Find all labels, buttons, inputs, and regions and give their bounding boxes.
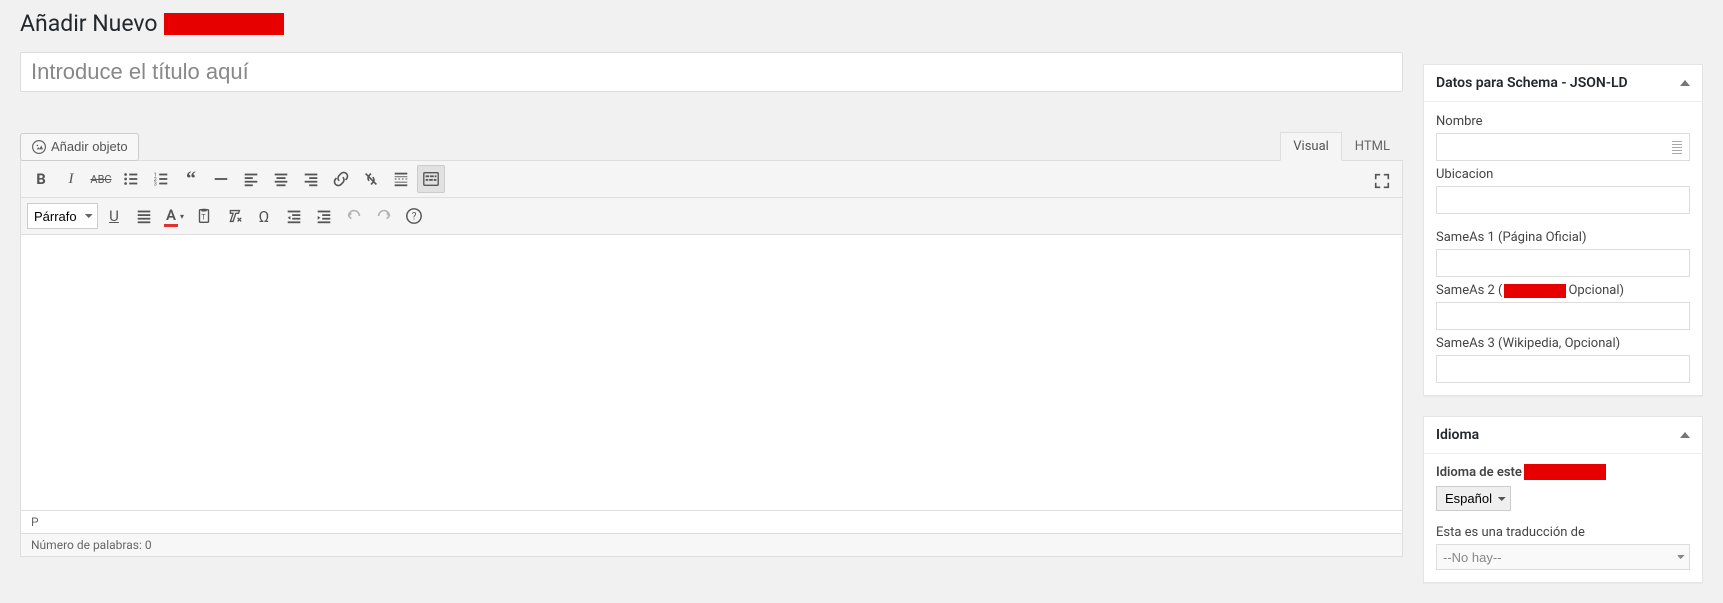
idioma-metabox: Idioma Idioma de este Español Esta es un… [1423,416,1703,583]
blockquote-button[interactable]: “ [177,165,205,193]
align-justify-button[interactable] [130,202,158,230]
nombre-label: Nombre [1436,114,1690,129]
align-right-button[interactable] [297,165,325,193]
add-media-button[interactable]: Añadir objeto [20,133,139,161]
read-more-button[interactable] [387,165,415,193]
special-char-button[interactable]: Ω [250,202,278,230]
editor-mode-tabs: Visual HTML [1280,132,1403,161]
redacted-block [164,13,284,35]
horizontal-rule-button[interactable] [207,165,235,193]
sameas1-label: SameAs 1 (Página Oficial) [1436,230,1690,245]
fullscreen-button[interactable] [1368,167,1396,195]
strikethrough-button[interactable]: ABC [87,165,115,193]
undo-button[interactable] [340,202,368,230]
translation-of-label: Esta es una traducción de [1436,525,1690,540]
indent-button[interactable] [310,202,338,230]
schema-metabox: Datos para Schema - JSON-LD Nombre Ubica… [1423,64,1703,396]
svg-text:?: ? [412,212,417,223]
idioma-metabox-title: Idioma [1436,427,1479,443]
ubicacion-label: Ubicacion [1436,167,1690,182]
editor-path-status: P [21,510,1402,533]
bold-button[interactable]: B [27,165,55,193]
sameas1-input[interactable] [1436,249,1690,277]
toolbar-toggle-button[interactable] [417,165,445,193]
help-button[interactable]: ? [400,202,428,230]
underline-button[interactable]: U [100,202,128,230]
media-icon [31,139,47,155]
link-button[interactable] [327,165,355,193]
editor-container: B I ABC 123 “ Párrafo U A▾ [20,160,1403,557]
sameas2-label: SameAs 2 (Opcional) [1436,283,1690,298]
format-select[interactable]: Párrafo [27,203,98,229]
numbered-list-button[interactable]: 123 [147,165,175,193]
bullet-list-button[interactable] [117,165,145,193]
page-title-text: Añadir Nuevo [20,10,158,37]
sameas3-label: SameAs 3 (Wikipedia, Opcional) [1436,336,1690,351]
text-color-button[interactable]: A▾ [160,202,188,230]
align-left-button[interactable] [237,165,265,193]
svg-text:3: 3 [154,181,157,187]
schema-metabox-title: Datos para Schema - JSON-LD [1436,75,1628,91]
word-count-status: Número de palabras: 0 [21,533,1402,556]
add-media-label: Añadir objeto [51,139,128,154]
clear-formatting-button[interactable] [220,202,248,230]
align-center-button[interactable] [267,165,295,193]
post-title-input[interactable] [20,52,1403,92]
sameas3-input[interactable] [1436,355,1690,383]
paste-text-button[interactable]: T [190,202,218,230]
unlink-button[interactable] [357,165,385,193]
svg-text:T: T [201,213,206,222]
idioma-de-este-label: Idioma de este [1436,464,1690,480]
redacted-inline [1504,284,1566,298]
sameas2-input[interactable] [1436,302,1690,330]
collapse-toggle-icon[interactable] [1680,432,1690,438]
editor-toolbar-row-2: Párrafo U A▾ T Ω ? [21,198,1402,235]
outdent-button[interactable] [280,202,308,230]
editor-content-area[interactable] [21,235,1402,510]
ubicacion-input[interactable] [1436,186,1690,214]
redo-button[interactable] [370,202,398,230]
language-select[interactable]: Español [1436,486,1511,511]
page-title: Añadir Nuevo [20,10,1403,37]
redacted-inline [1524,464,1606,480]
tab-visual[interactable]: Visual [1280,132,1342,161]
nombre-input[interactable] [1436,133,1690,161]
translation-select[interactable]: --No hay-- [1436,544,1690,570]
editor-toolbar-row-1: B I ABC 123 “ [21,161,1402,198]
collapse-toggle-icon[interactable] [1680,80,1690,86]
italic-button[interactable]: I [57,165,85,193]
tab-html[interactable]: HTML [1342,132,1403,161]
